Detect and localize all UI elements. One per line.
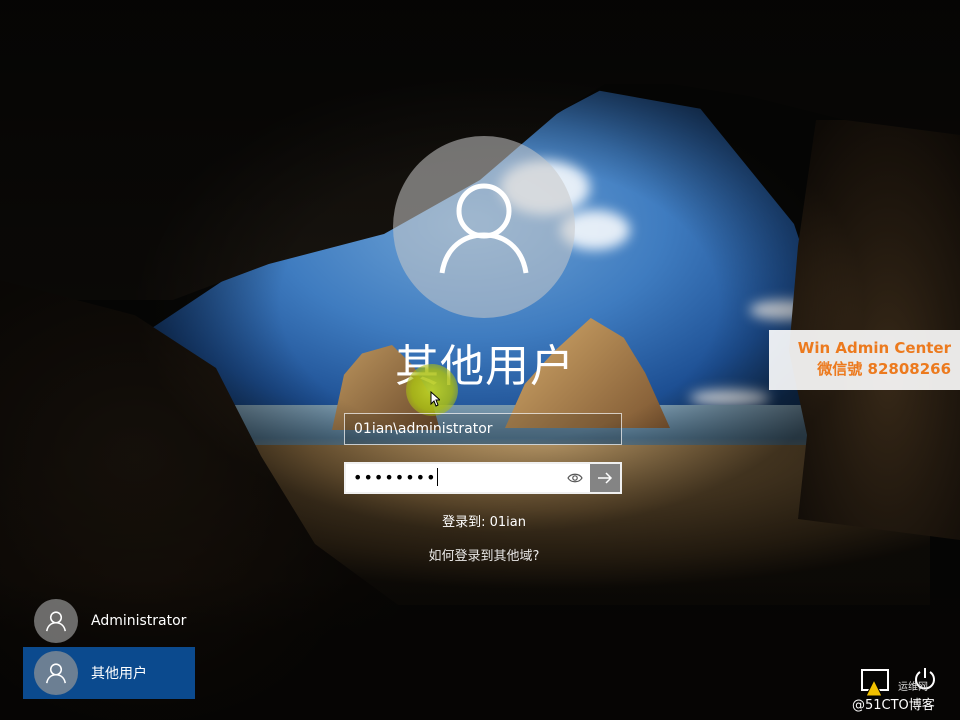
blog-watermark: @51CTO博客	[852, 698, 935, 713]
user-avatar-large	[393, 136, 575, 318]
eye-icon	[567, 473, 583, 483]
arrow-right-icon	[598, 472, 613, 484]
reveal-password-button[interactable]	[560, 464, 590, 492]
watermark-line-2: 微信號 82808266	[817, 360, 951, 378]
avatar	[34, 599, 78, 643]
password-mask: ••••••••	[353, 468, 437, 487]
sign-in-domain-text: 登录到: 01ian	[442, 515, 526, 530]
user-list-item-administrator[interactable]: Administrator	[23, 595, 195, 647]
username-field[interactable]: 01ian\administrator	[344, 413, 622, 445]
watermark-box: Win Admin Center 微信號 82808266	[769, 330, 960, 390]
blog-watermark-sub: 运维网	[898, 682, 928, 693]
user-list-item-label: 其他用户	[91, 666, 147, 682]
password-field[interactable]: ••••••••	[344, 462, 622, 494]
avatar	[34, 651, 78, 695]
user-icon	[439, 183, 529, 274]
user-list-item-label: Administrator	[91, 613, 187, 629]
user-list-item-other-user[interactable]: 其他用户	[23, 647, 195, 699]
watermark-line-1: Win Admin Center	[797, 339, 951, 357]
user-icon	[45, 611, 67, 632]
password-input[interactable]: ••••••••	[346, 464, 560, 492]
cursor-highlight	[406, 364, 458, 416]
mouse-cursor-icon	[430, 391, 440, 407]
text-caret	[436, 468, 438, 486]
submit-button[interactable]	[590, 464, 620, 492]
other-domain-link[interactable]: 如何登录到其他域?	[400, 545, 568, 564]
user-icon	[45, 663, 67, 684]
